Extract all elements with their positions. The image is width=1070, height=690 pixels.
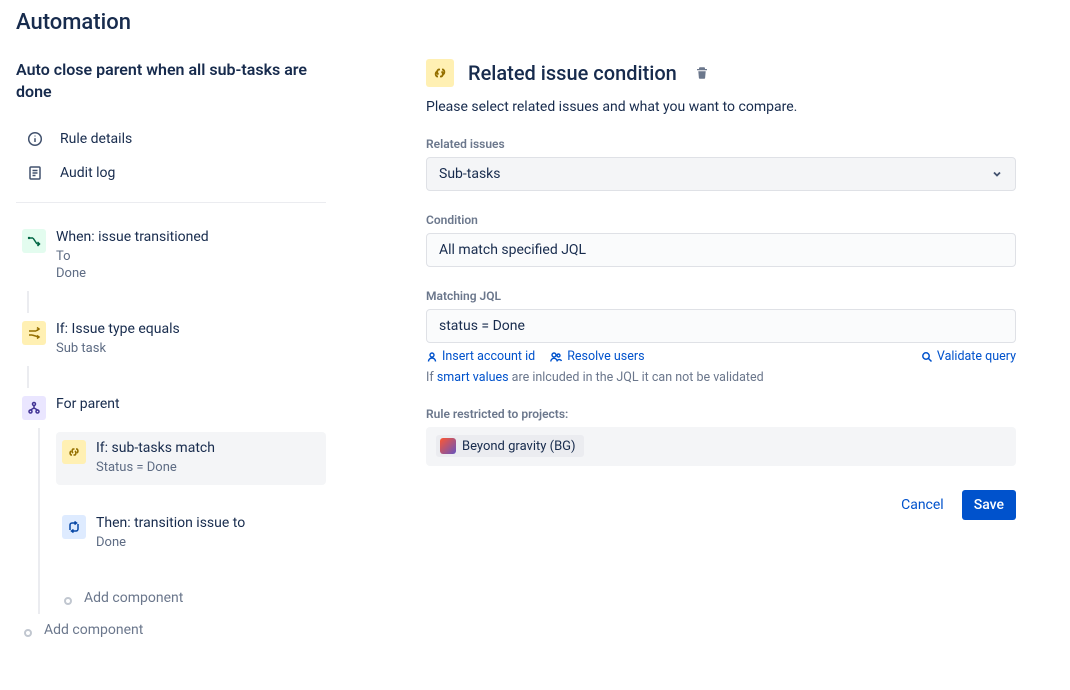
validate-query-link[interactable]: Validate query bbox=[921, 349, 1016, 364]
step-condition-issuetype[interactable]: If: Issue type equals Sub task bbox=[16, 313, 326, 366]
add-component-outer[interactable]: Add component bbox=[16, 614, 326, 646]
step-cond1-sub: Sub task bbox=[56, 341, 320, 358]
condition-select[interactable]: All match specified JQL bbox=[426, 233, 1016, 267]
branch-icon bbox=[22, 396, 46, 420]
add-dot-icon bbox=[24, 629, 32, 637]
trigger-icon bbox=[22, 229, 46, 253]
step-trigger-sub2: Done bbox=[56, 266, 320, 283]
smart-values-note: If smart values are inlcuded in the JQL … bbox=[426, 370, 1016, 385]
cancel-button[interactable]: Cancel bbox=[889, 490, 956, 520]
step-branch-title: For parent bbox=[56, 396, 320, 412]
condition-value: All match specified JQL bbox=[439, 242, 586, 258]
step-cond2-sub: Status = Done bbox=[96, 460, 320, 477]
log-icon bbox=[24, 162, 46, 184]
save-button[interactable]: Save bbox=[962, 490, 1016, 520]
condition-label: Condition bbox=[426, 213, 1016, 227]
step-condition-subtasks-match[interactable]: If: sub-tasks match Status = Done bbox=[56, 432, 326, 485]
resolve-users-link[interactable]: Resolve users bbox=[549, 349, 644, 364]
rule-sidebar: Auto close parent when all sub-tasks are… bbox=[16, 59, 326, 646]
jql-label: Matching JQL bbox=[426, 289, 1016, 303]
chevron-down-icon bbox=[991, 168, 1003, 180]
project-chip-label: Beyond gravity (BG) bbox=[462, 439, 576, 454]
audit-log-link[interactable]: Audit log bbox=[16, 156, 326, 190]
sidebar-divider bbox=[16, 202, 326, 203]
audit-log-label: Audit log bbox=[60, 165, 115, 181]
step-trigger-title: When: issue transitioned bbox=[56, 229, 320, 245]
delete-component-button[interactable] bbox=[691, 62, 713, 84]
step-cond1-title: If: Issue type equals bbox=[56, 321, 320, 337]
step-trigger[interactable]: When: issue transitioned To Done bbox=[16, 221, 326, 291]
panel-link-icon bbox=[426, 59, 454, 87]
insert-account-id-link[interactable]: Insert account id bbox=[426, 349, 535, 364]
smart-values-link[interactable]: smart values bbox=[437, 370, 509, 385]
action-icon bbox=[62, 515, 86, 539]
add-component-outer-label: Add component bbox=[44, 622, 143, 638]
link-icon bbox=[62, 440, 86, 464]
search-icon bbox=[921, 351, 933, 363]
add-component-inner-label: Add component bbox=[84, 590, 183, 606]
related-issues-value: Sub-tasks bbox=[439, 166, 501, 182]
step-cond2-title: If: sub-tasks match bbox=[96, 440, 320, 456]
related-issues-select[interactable]: Sub-tasks bbox=[426, 157, 1016, 191]
config-panel: Related issue condition Please select re… bbox=[426, 59, 1016, 520]
project-chip: Beyond gravity (BG) bbox=[436, 435, 584, 457]
step-action-sub: Done bbox=[96, 535, 320, 552]
step-branch-parent[interactable]: For parent bbox=[16, 388, 326, 428]
step-action-transition[interactable]: Then: transition issue to Done bbox=[56, 507, 326, 560]
step-trigger-sub1: To bbox=[56, 249, 320, 266]
condition-icon bbox=[22, 321, 46, 345]
rule-name: Auto close parent when all sub-tasks are… bbox=[16, 59, 326, 102]
add-component-inner[interactable]: Add component bbox=[56, 582, 326, 614]
restricted-projects-field: Beyond gravity (BG) bbox=[426, 427, 1016, 466]
user-icon bbox=[426, 351, 438, 363]
related-issues-label: Related issues bbox=[426, 137, 1016, 151]
project-avatar-icon bbox=[440, 438, 456, 454]
rule-details-link[interactable]: Rule details bbox=[16, 122, 326, 156]
restricted-projects-label: Rule restricted to projects: bbox=[426, 407, 1016, 421]
panel-title: Related issue condition bbox=[468, 61, 677, 85]
panel-description: Please select related issues and what yo… bbox=[426, 99, 1016, 115]
step-action-title: Then: transition issue to bbox=[96, 515, 320, 531]
add-dot-icon bbox=[64, 597, 72, 605]
page-title: Automation bbox=[16, 10, 1054, 35]
jql-input[interactable] bbox=[426, 309, 1016, 343]
info-icon bbox=[24, 128, 46, 150]
users-icon bbox=[549, 351, 563, 363]
rule-details-label: Rule details bbox=[60, 131, 132, 147]
